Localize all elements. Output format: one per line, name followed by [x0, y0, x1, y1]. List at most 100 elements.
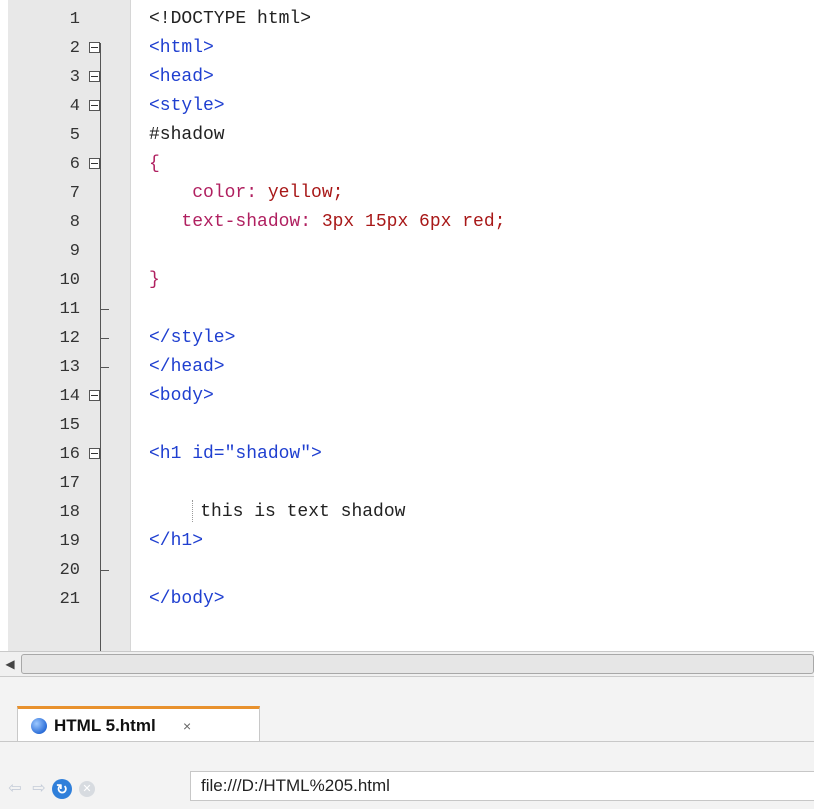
collapse-fold-icon[interactable]	[89, 71, 100, 82]
stop-icon[interactable]: ✕	[79, 781, 95, 797]
code-token: }	[149, 270, 160, 290]
code-text: </body>	[149, 585, 225, 614]
line-number: 8	[69, 213, 80, 232]
code-text: }	[149, 266, 160, 295]
code-token: 3px 15px 6px red;	[321, 212, 506, 232]
scrollbar-thumb[interactable]	[21, 654, 814, 674]
reload-icon[interactable]: ↻	[52, 779, 72, 799]
code-token: </body>	[149, 589, 225, 609]
code-line[interactable]: 8 text-shadow: 3px 15px 6px red;	[0, 208, 814, 237]
tabbar-divider	[0, 741, 814, 742]
code-line[interactable]: 14 <body>	[0, 382, 814, 411]
url-text: file:///D:/HTML%205.html	[201, 776, 390, 795]
line-number: 6	[69, 155, 80, 174]
line-number: 16	[59, 445, 80, 464]
collapse-fold-icon[interactable]	[89, 42, 100, 53]
line-number: 2	[69, 39, 80, 58]
code-token: yellow;	[267, 183, 344, 203]
arrow-right-icon[interactable]: ⇨	[29, 779, 49, 799]
line-number: 11	[59, 300, 80, 319]
code-token: </style>	[149, 328, 236, 348]
code-line[interactable]: 13 </head>	[0, 353, 814, 382]
collapse-fold-icon[interactable]	[89, 100, 100, 111]
code-text: <h1 id="shadow">	[149, 440, 322, 469]
code-line[interactable]: 18 this is text shadow	[0, 498, 814, 527]
horizontal-scrollbar[interactable]: ◀	[0, 651, 814, 677]
code-text: </style>	[149, 324, 235, 353]
tab-html5[interactable]: HTML 5.html ×	[17, 706, 260, 742]
line-number: 5	[69, 126, 80, 145]
code-line[interactable]: 7 color: yellow;	[0, 179, 814, 208]
code-text: <head>	[149, 63, 214, 92]
code-text: <style>	[149, 92, 225, 121]
line-number: 14	[59, 387, 80, 406]
tab-label: HTML 5.html	[54, 716, 156, 735]
line-number: 13	[59, 358, 80, 377]
fold-end-tick	[101, 367, 109, 368]
indent-guide	[192, 500, 194, 523]
code-token: text-shadow:	[149, 212, 322, 232]
code-line[interactable]: 5 #shadow	[0, 121, 814, 150]
code-line[interactable]: 3 <head>	[0, 63, 814, 92]
line-number: 12	[59, 329, 80, 348]
code-token: <!DOCTYPE html>	[149, 9, 312, 29]
code-token: </head>	[149, 357, 225, 377]
code-line[interactable]: 6{	[0, 150, 814, 179]
line-number: 15	[59, 416, 80, 435]
line-number: 21	[59, 590, 80, 609]
line-number: 19	[59, 532, 80, 551]
arrow-left-icon[interactable]: ⇦	[5, 779, 25, 799]
code-text: </h1>	[149, 527, 203, 556]
code-line[interactable]: 4 <style>	[0, 92, 814, 121]
code-token: <head>	[149, 67, 214, 87]
code-token: <html>	[149, 38, 214, 58]
close-tab-icon[interactable]: ×	[183, 718, 191, 734]
code-line[interactable]: 16 <h1 id="shadow">	[0, 440, 814, 469]
code-editor[interactable]: 1 <!DOCTYPE html> 2 <html> 3 <head> 4 <style> 5 #…	[0, 0, 814, 651]
code-line[interactable]: 17	[0, 469, 814, 498]
tab-bar: HTML 5.html ×	[0, 677, 814, 765]
code-text: </head>	[149, 353, 225, 382]
scroll-left-arrow-icon[interactable]: ◀	[0, 652, 20, 676]
code-token: <h1 id="shadow">	[149, 444, 322, 464]
code-line[interactable]: 15	[0, 411, 814, 440]
line-number: 9	[69, 242, 80, 261]
code-line[interactable]: 10}	[0, 266, 814, 295]
code-text: {	[149, 150, 160, 179]
line-number: 17	[59, 474, 80, 493]
line-number: 3	[69, 68, 80, 87]
code-line[interactable]: 19 </h1>	[0, 527, 814, 556]
code-token: color:	[149, 183, 268, 203]
code-token: {	[149, 154, 160, 174]
fold-end-tick	[101, 309, 109, 310]
code-line[interactable]: 12 </style>	[0, 324, 814, 353]
code-line[interactable]: 21 </body>	[0, 585, 814, 614]
html-file-icon	[31, 718, 47, 734]
code-line[interactable]: 2 <html>	[0, 34, 814, 63]
code-token: </h1>	[149, 531, 204, 551]
code-text: color: yellow;	[149, 179, 343, 208]
line-number: 18	[59, 503, 80, 522]
line-number: 10	[59, 271, 80, 290]
line-number: 1	[69, 10, 80, 29]
address-bar: ⇦ ⇨ ↻ ✕ file:///D:/HTML%205.html	[0, 765, 814, 809]
url-field[interactable]: file:///D:/HTML%205.html	[190, 771, 814, 801]
line-number: 20	[59, 561, 80, 580]
collapse-fold-icon[interactable]	[89, 158, 100, 169]
code-line[interactable]: 1 <!DOCTYPE html>	[0, 5, 814, 34]
code-token: <style>	[149, 96, 225, 116]
collapse-fold-icon[interactable]	[89, 390, 100, 401]
collapse-fold-icon[interactable]	[89, 448, 100, 459]
code-line[interactable]: 9	[0, 237, 814, 266]
code-token: <body>	[149, 386, 214, 406]
code-text: this is text shadow	[149, 498, 405, 527]
fold-end-tick	[101, 338, 109, 339]
code-line[interactable]: 11	[0, 295, 814, 324]
code-line[interactable]: 20	[0, 556, 814, 585]
code-token: #shadow	[149, 125, 225, 145]
code-text: text-shadow: 3px 15px 6px red;	[149, 208, 505, 237]
line-number: 4	[69, 97, 80, 116]
code-token: this is text shadow	[200, 502, 406, 522]
code-text: <body>	[149, 382, 214, 411]
